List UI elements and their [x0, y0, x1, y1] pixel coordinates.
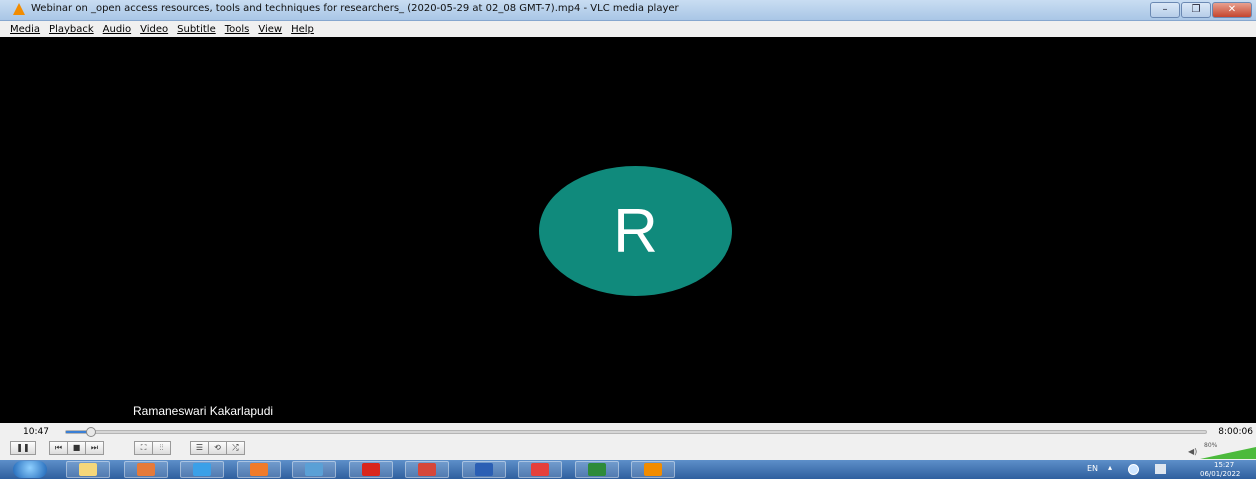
- seek-handle[interactable]: [86, 427, 97, 437]
- previous-button[interactable]: ⏮: [49, 441, 68, 455]
- internet-explorer-icon: [193, 463, 211, 476]
- taskbar-app-acrobat[interactable]: [349, 461, 393, 478]
- speaker-icon[interactable]: ◀): [1188, 447, 1197, 456]
- screen-capture-icon: [305, 463, 323, 476]
- clock-date[interactable]: 06/01/2022: [1200, 470, 1240, 478]
- keyboard-icon[interactable]: [1155, 464, 1166, 474]
- taskbar: EN ▴ 15:27 06/01/2022: [0, 460, 1256, 479]
- taskbar-app-vlc[interactable]: [631, 461, 675, 478]
- total-time: 8:00:06: [1218, 427, 1253, 437]
- taskbar-app-internet-explorer[interactable]: [180, 461, 224, 478]
- taskbar-app-media[interactable]: [237, 461, 281, 478]
- taskbar-app-chrome[interactable]: [405, 461, 449, 478]
- shuffle-button[interactable]: ⤮: [226, 441, 245, 455]
- minimize-button[interactable]: –: [1150, 2, 1180, 18]
- anydesk-icon: [531, 463, 549, 476]
- menu-tools[interactable]: Tools: [225, 24, 250, 35]
- fullscreen-button[interactable]: ⛶: [134, 441, 153, 455]
- play-pause-button[interactable]: ❚❚: [10, 441, 36, 455]
- video-area[interactable]: R Ramaneswari Kakarlapudi: [8, 37, 1256, 423]
- clock-time[interactable]: 15:27: [1214, 461, 1234, 469]
- participant-name: Ramaneswari Kakarlapudi: [133, 404, 274, 418]
- participant-avatar: R: [539, 166, 732, 296]
- elapsed-time: 10:47: [23, 427, 49, 437]
- volume-slider[interactable]: [1200, 447, 1256, 459]
- seek-bar[interactable]: [65, 427, 1207, 437]
- menu-help[interactable]: Help: [291, 24, 314, 35]
- extended-settings-button[interactable]: ⫶⫶: [152, 441, 171, 455]
- vlc-icon: [644, 463, 662, 476]
- menu-media[interactable]: Media: [10, 24, 40, 35]
- taskbar-app-word[interactable]: [462, 461, 506, 478]
- excel-icon: [588, 463, 606, 476]
- player-controls: 10:47 8:00:06 ❚❚ ⏮ ■ ⏭ ⛶ ⫶⫶ ☰ ⟲ ⤮ ◀) 80%: [0, 423, 1256, 460]
- menu-view[interactable]: View: [258, 24, 282, 35]
- taskbar-app-recorder[interactable]: [124, 461, 168, 478]
- vlc-cone-icon: [13, 3, 25, 15]
- playlist-button[interactable]: ☰: [190, 441, 209, 455]
- taskbar-app-excel[interactable]: [575, 461, 619, 478]
- taskbar-app-screen-capture[interactable]: [292, 461, 336, 478]
- menu-subtitle[interactable]: Subtitle: [177, 24, 216, 35]
- start-button[interactable]: [13, 461, 47, 478]
- title-bar: Webinar on _open access resources, tools…: [0, 0, 1256, 21]
- explorer-icon: [79, 463, 97, 476]
- word-icon: [475, 463, 493, 476]
- taskbar-app-explorer[interactable]: [66, 461, 110, 478]
- window-title: Webinar on _open access resources, tools…: [31, 3, 679, 14]
- loop-button[interactable]: ⟲: [208, 441, 227, 455]
- maximize-button[interactable]: ❐: [1181, 2, 1211, 18]
- recorder-icon: [137, 463, 155, 476]
- network-icon[interactable]: [1128, 464, 1139, 475]
- stop-button[interactable]: ■: [67, 441, 86, 455]
- menu-audio[interactable]: Audio: [103, 24, 131, 35]
- menu-video[interactable]: Video: [140, 24, 168, 35]
- next-button[interactable]: ⏭: [85, 441, 104, 455]
- window-controls: – ❐ ✕: [1150, 2, 1252, 18]
- avatar-letter: R: [613, 196, 658, 266]
- tray-expand-icon[interactable]: ▴: [1108, 463, 1112, 472]
- menu-playback[interactable]: Playback: [49, 24, 94, 35]
- acrobat-icon: [362, 463, 380, 476]
- menu-bar: Media Playback Audio Video Subtitle Tool…: [0, 21, 1256, 37]
- close-button[interactable]: ✕: [1212, 2, 1252, 18]
- language-indicator[interactable]: EN: [1087, 464, 1098, 473]
- chrome-icon: [418, 463, 436, 476]
- taskbar-app-anydesk[interactable]: [518, 461, 562, 478]
- media-icon: [250, 463, 268, 476]
